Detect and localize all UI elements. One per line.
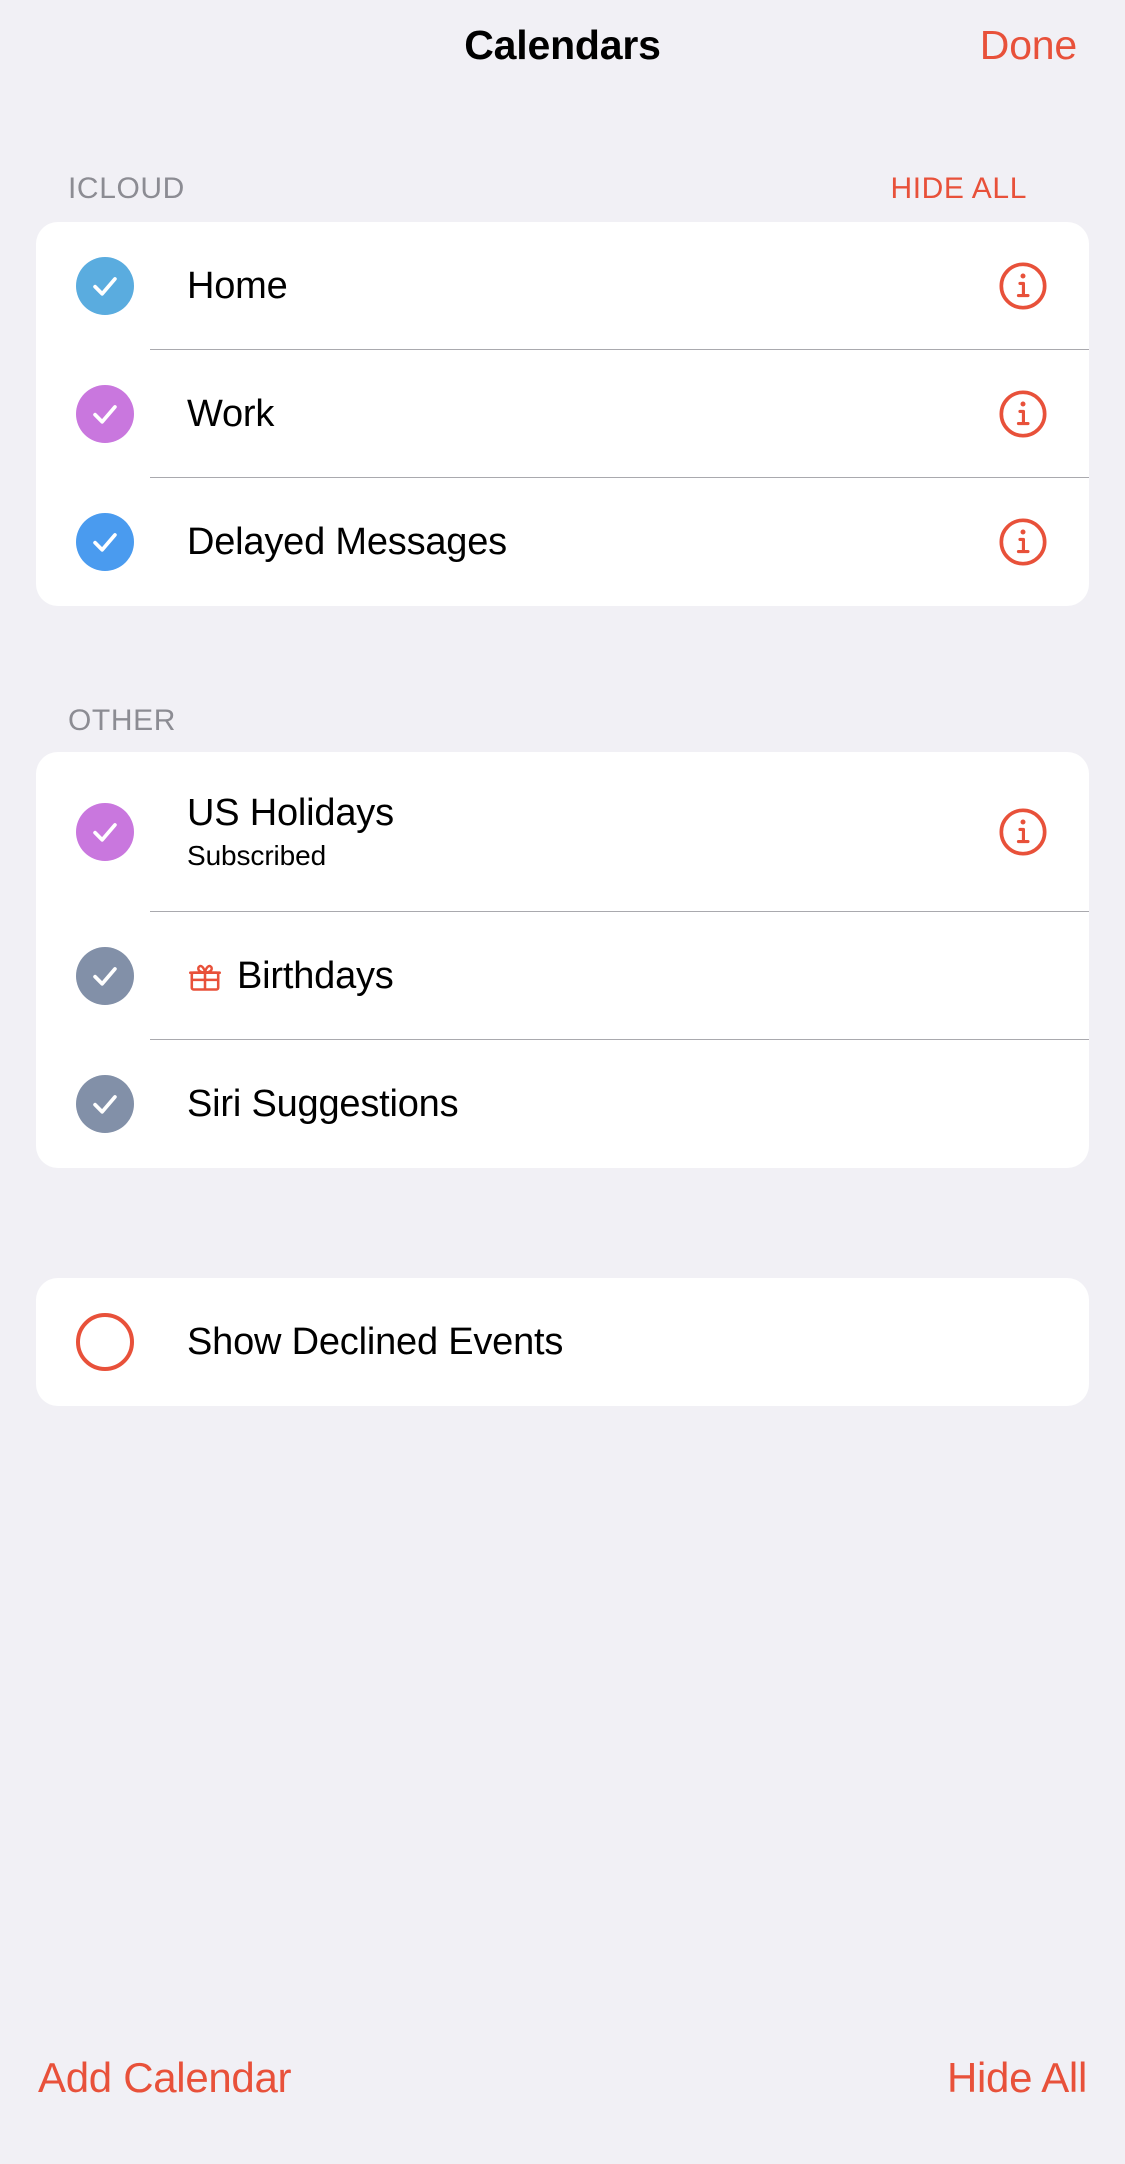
checkbox-show-declined-events[interactable] [76,1313,134,1371]
table-row[interactable]: Show Declined Events [36,1278,1089,1406]
add-calendar-button[interactable]: Add Calendar [38,2054,292,2102]
row-text-group: Siri Suggestions [187,1083,997,1126]
section-header-icloud: ICLOUD HIDE ALL [0,172,1125,206]
done-button[interactable]: Done [980,22,1077,69]
section-label-icloud: ICLOUD [68,172,185,205]
row-text-group: Home [187,265,997,308]
row-text-group: Delayed Messages [187,521,997,564]
info-icon[interactable] [997,260,1049,312]
checkbox-home[interactable] [76,257,134,315]
icloud-calendar-list: Home Work Delayed Messages [36,222,1089,606]
table-row[interactable]: Home [36,222,1089,350]
row-text-group: US Holidays Subscribed [187,792,997,873]
checkbox-delayed-messages[interactable] [76,513,134,571]
calendar-name: Work [187,392,275,435]
hide-all-icloud-button[interactable]: HIDE ALL [890,172,1027,206]
row-text-group: Show Declined Events [187,1321,1049,1364]
show-declined-events-label: Show Declined Events [187,1320,564,1363]
calendars-screen: Calendars Done ICLOUD HIDE ALL Home Work… [0,0,1125,2164]
calendar-name: Siri Suggestions [187,1082,459,1125]
calendar-name-row: Birthdays [187,955,997,998]
calendar-name: Home [187,264,288,307]
calendar-subtitle: Subscribed [187,840,327,872]
checkbox-siri-suggestions[interactable] [76,1075,134,1133]
section-label-other: OTHER [68,704,176,737]
info-icon[interactable] [997,516,1049,568]
section-header-other: OTHER [0,704,1125,738]
bottom-toolbar: Add Calendar Hide All [0,2020,1125,2164]
calendar-name: Delayed Messages [187,520,507,563]
checkbox-us-holidays[interactable] [76,803,134,861]
navigation-bar: Calendars Done [0,0,1125,92]
show-declined-events-card: Show Declined Events [36,1278,1089,1406]
table-row[interactable]: Siri Suggestions [36,1040,1089,1168]
hide-all-button[interactable]: Hide All [947,2054,1087,2102]
calendar-name: US Holidays [187,791,394,834]
table-row[interactable]: Delayed Messages [36,478,1089,606]
page-title: Calendars [464,22,661,68]
checkbox-work[interactable] [76,385,134,443]
other-calendar-list: US Holidays Subscribed Birthdays Siri Su… [36,752,1089,1168]
table-row[interactable]: Birthdays [36,912,1089,1040]
gift-icon [187,958,223,994]
table-row[interactable]: Work [36,350,1089,478]
checkbox-birthdays[interactable] [76,947,134,1005]
table-row[interactable]: US Holidays Subscribed [36,752,1089,912]
row-text-group: Birthdays [187,955,997,998]
calendar-name: Birthdays [237,954,394,997]
row-text-group: Work [187,393,997,436]
info-icon[interactable] [997,388,1049,440]
info-icon[interactable] [997,806,1049,858]
